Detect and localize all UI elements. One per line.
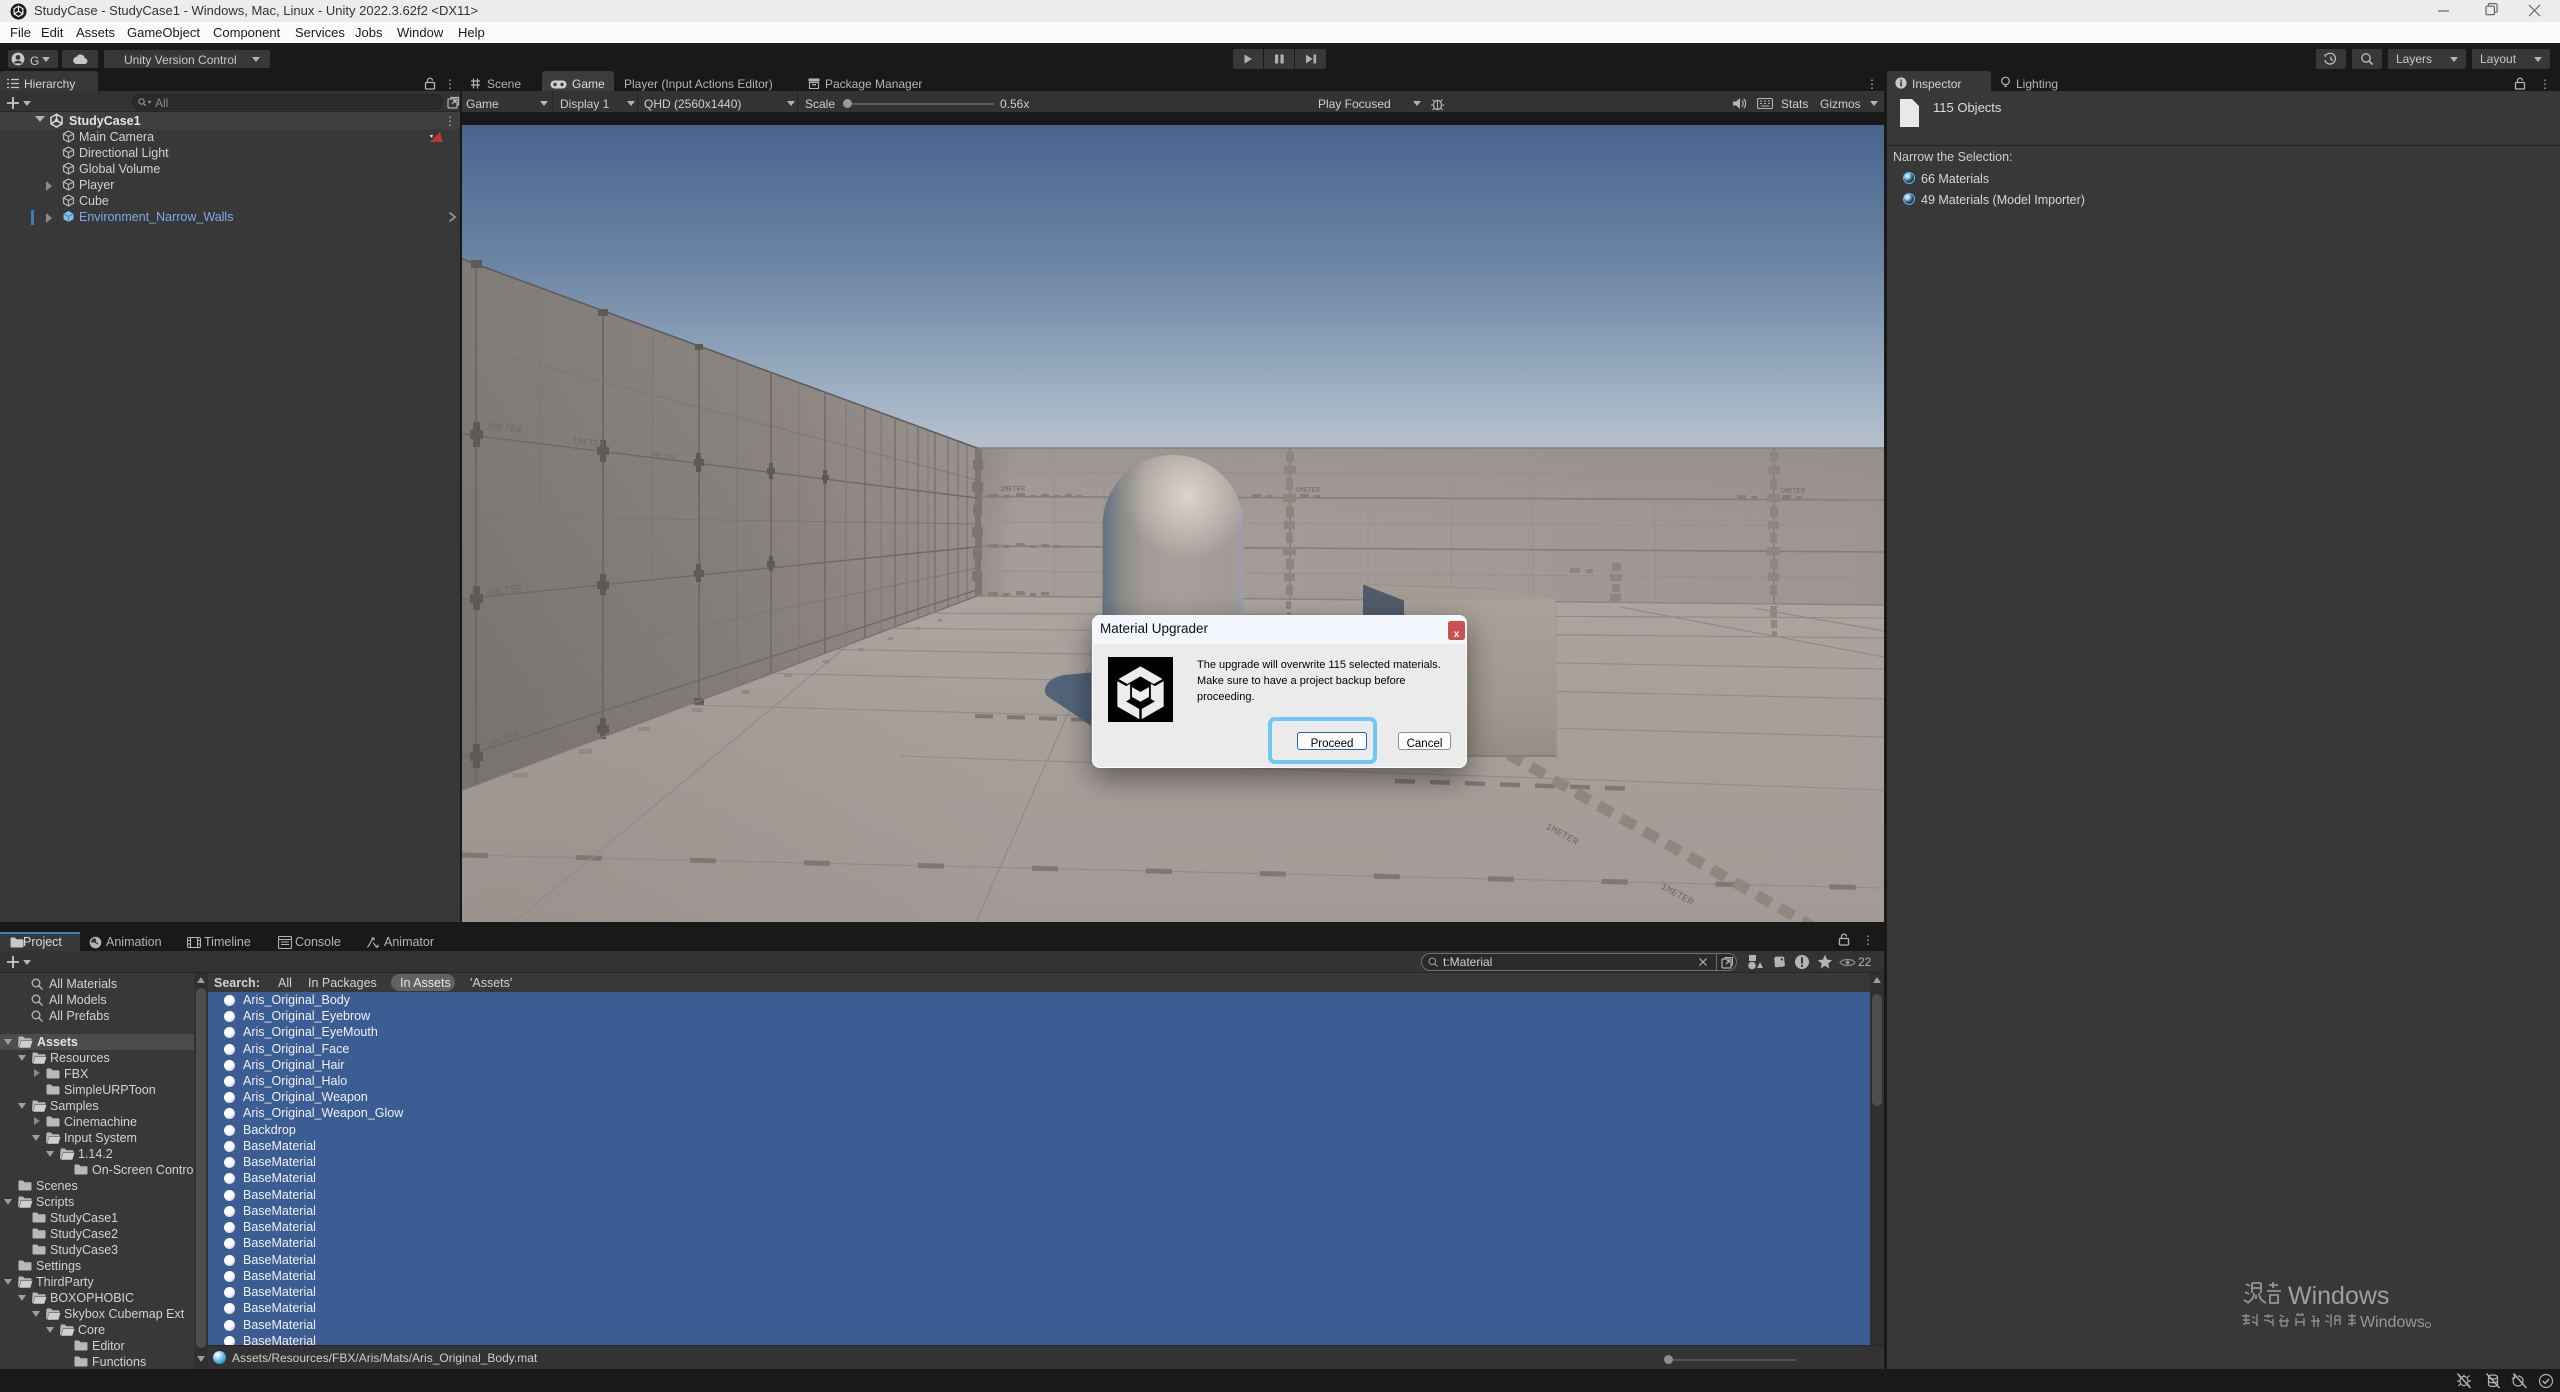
svg-text:1METER: 1METER (1780, 488, 1806, 496)
svg-text:1METER: 1METER (1295, 487, 1321, 495)
svg-text:1METER: 1METER (1000, 486, 1026, 494)
svg-text:Windows: Windows (2288, 1282, 2389, 1310)
svg-text:Windows: Windows (2360, 1314, 2425, 1331)
